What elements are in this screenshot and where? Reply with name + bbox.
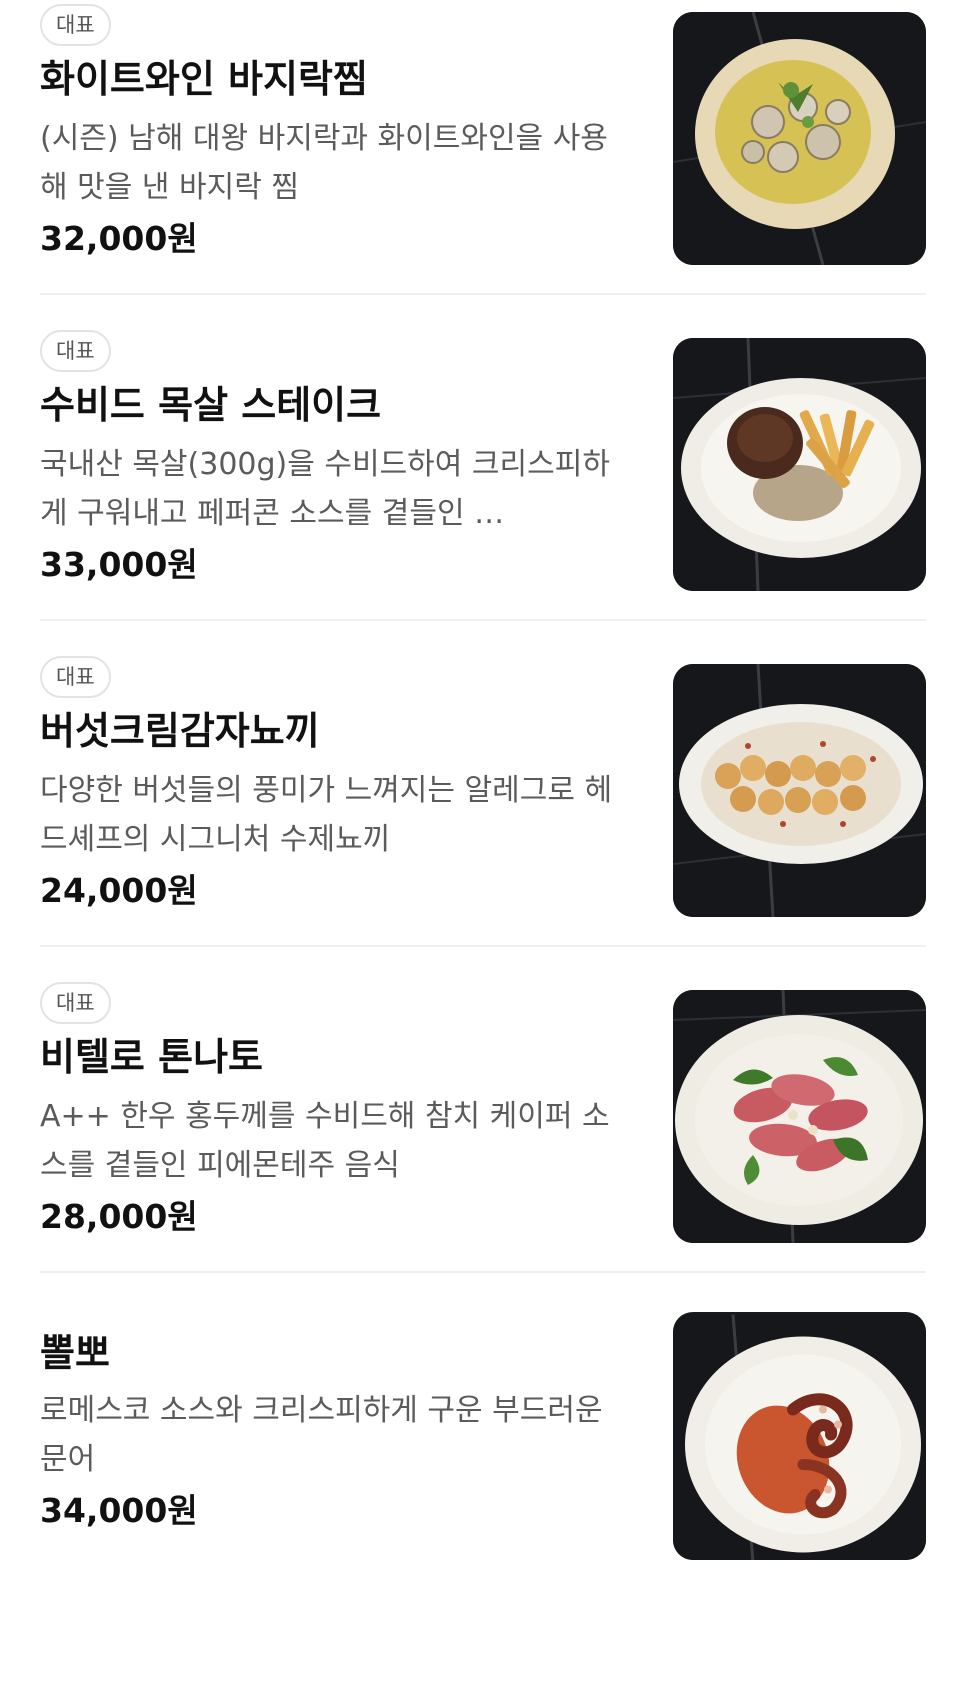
menu-item-description: 다양한 버섯들의 풍미가 느껴지는 알레그로 헤드셰프의 시그니처 수제뇨끼 bbox=[40, 773, 613, 857]
gnocchi-dish-image bbox=[673, 664, 926, 917]
menu-item-vitello-tonnato[interactable]: 대표 비텔로 톤나토 A++ 한우 홍두께를 수비드해 참치 케이퍼 소스를 곁… bbox=[40, 982, 926, 1243]
menu-item-info: 뽈뽀 로메스코 소스와 크리스피하게 구운 부드러운 문어 34,000원 bbox=[40, 1328, 630, 1536]
divider bbox=[40, 293, 926, 295]
divider bbox=[40, 619, 926, 621]
menu-list: 대표 화이트와인 바지락찜 (시즌) 남해 대왕 바지락과 화이트와인을 사용해… bbox=[0, 0, 966, 1689]
menu-item-name: 수비드 목살 스테이크 bbox=[40, 383, 382, 427]
menu-item-steak[interactable]: 대표 수비드 목살 스테이크 국내산 목살(300g)을 수비드하여 크리스피하… bbox=[40, 330, 926, 591]
gnocchi-dish-photo[interactable] bbox=[673, 664, 926, 917]
menu-item-description: 국내산 목살(300g)을 수비드하여 크리스피하게 구워내고 페퍼콘 소스를 … bbox=[40, 447, 610, 531]
menu-item-octopus[interactable]: 뽈뽀 로메스코 소스와 크리스피하게 구운 부드러운 문어 34,000원 bbox=[40, 1312, 926, 1582]
signature-badge: 대표 bbox=[40, 4, 111, 46]
steak-dish-photo[interactable] bbox=[673, 338, 926, 591]
signature-badge: 대표 bbox=[40, 330, 111, 372]
menu-item-name: 버섯크림감자뇨끼 bbox=[40, 709, 320, 753]
steak-dish-image bbox=[673, 338, 926, 591]
menu-item-price: 34,000원 bbox=[40, 1491, 198, 1530]
menu-item-price: 28,000원 bbox=[40, 1197, 198, 1236]
menu-item-name: 화이트와인 바지락찜 bbox=[40, 57, 368, 101]
octopus-dish-image bbox=[673, 1314, 926, 1560]
menu-item-info: 대표 화이트와인 바지락찜 (시즌) 남해 대왕 바지락과 화이트와인을 사용해… bbox=[40, 4, 630, 264]
menu-item-price: 32,000원 bbox=[40, 219, 198, 258]
menu-item-description: 로메스코 소스와 크리스피하게 구운 부드러운 문어 bbox=[40, 1393, 603, 1477]
signature-badge: 대표 bbox=[40, 656, 111, 698]
menu-item-price: 24,000원 bbox=[40, 871, 198, 910]
menu-item-info: 대표 수비드 목살 스테이크 국내산 목살(300g)을 수비드하여 크리스피하… bbox=[40, 330, 630, 590]
octopus-dish-photo[interactable] bbox=[673, 1312, 926, 1560]
menu-item-description: (시즌) 남해 대왕 바지락과 화이트와인을 사용해 맛을 낸 바지락 찜 bbox=[40, 121, 608, 205]
menu-item-name: 뽈뽀 bbox=[40, 1331, 110, 1375]
menu-item-info: 대표 버섯크림감자뇨끼 다양한 버섯들의 풍미가 느껴지는 알레그로 헤드셰프의… bbox=[40, 656, 630, 916]
menu-item-price: 33,000원 bbox=[40, 545, 198, 584]
clams-dish-photo[interactable] bbox=[673, 12, 926, 265]
vitello-tonnato-dish-image bbox=[673, 990, 926, 1243]
menu-item-gnocchi[interactable]: 대표 버섯크림감자뇨끼 다양한 버섯들의 풍미가 느껴지는 알레그로 헤드셰프의… bbox=[40, 656, 926, 917]
clams-dish-image bbox=[673, 12, 926, 265]
signature-badge: 대표 bbox=[40, 982, 111, 1024]
divider bbox=[40, 945, 926, 947]
vitello-tonnato-dish-photo[interactable] bbox=[673, 990, 926, 1243]
menu-item-clams[interactable]: 대표 화이트와인 바지락찜 (시즌) 남해 대왕 바지락과 화이트와인을 사용해… bbox=[40, 4, 926, 265]
divider bbox=[40, 1271, 926, 1273]
menu-item-name: 비텔로 톤나토 bbox=[40, 1035, 263, 1079]
menu-item-description: A++ 한우 홍두께를 수비드해 참치 케이퍼 소스를 곁들인 피에몬테주 음식 bbox=[40, 1099, 610, 1183]
menu-item-info: 대표 비텔로 톤나토 A++ 한우 홍두께를 수비드해 참치 케이퍼 소스를 곁… bbox=[40, 982, 630, 1242]
